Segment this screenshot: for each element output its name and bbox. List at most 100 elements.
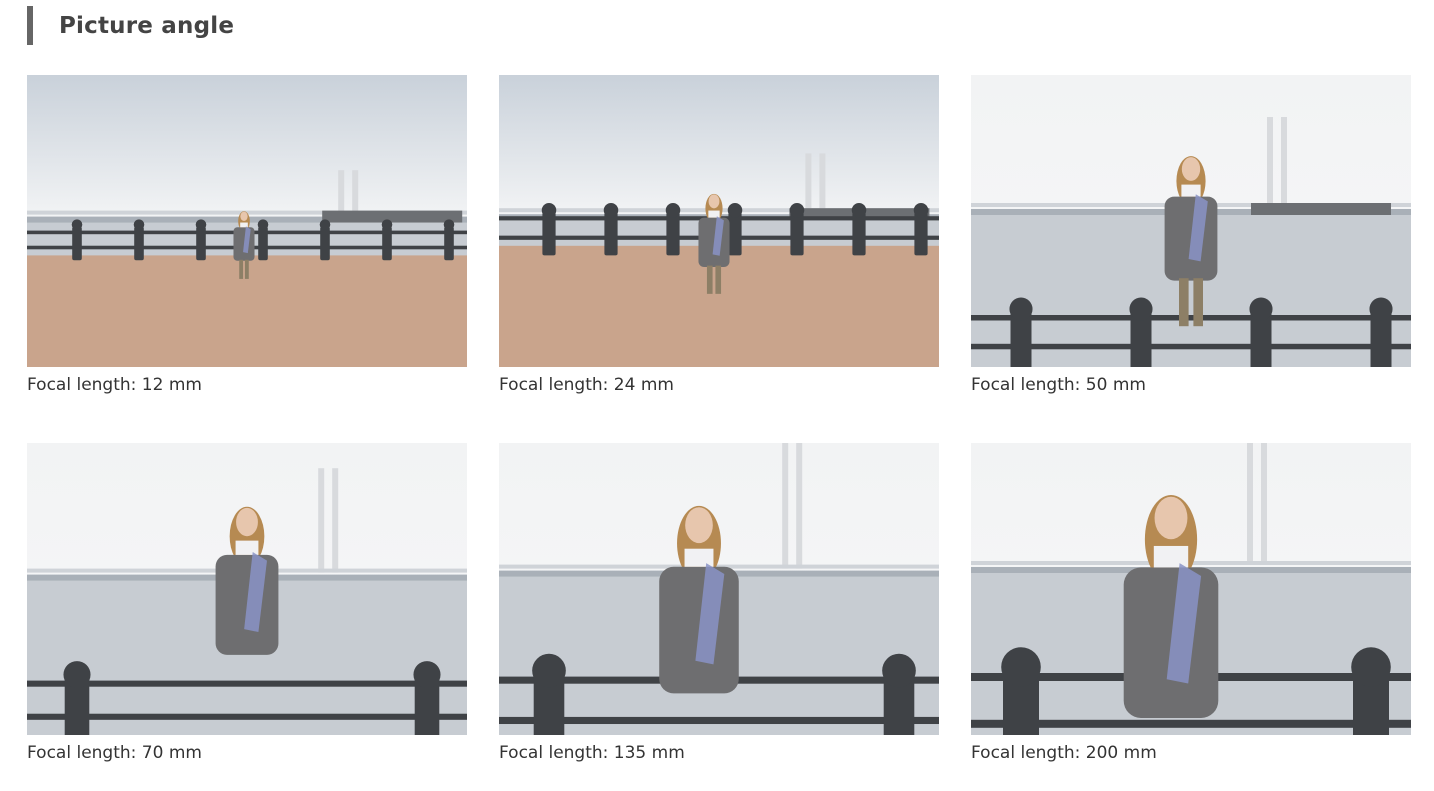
photo-image <box>971 443 1411 735</box>
photo-image <box>27 443 467 735</box>
railing-post <box>542 212 556 256</box>
scarf <box>1181 184 1201 197</box>
photo-70mm <box>27 443 467 735</box>
photo-caption: Focal length: 50 mm <box>971 375 1146 395</box>
bridge-tower <box>796 443 803 569</box>
bridge-tower <box>338 170 345 215</box>
bridge-tower <box>782 443 789 569</box>
photo-caption: Focal length: 70 mm <box>27 743 202 763</box>
bridge-tower <box>332 468 339 573</box>
railing-post-cap <box>665 202 681 218</box>
bridge-tower <box>1247 443 1253 565</box>
leg <box>239 259 244 279</box>
leg <box>715 265 722 294</box>
photo-image <box>499 443 939 735</box>
railing-post <box>728 212 742 256</box>
bridge-tower <box>1267 117 1273 207</box>
face <box>708 194 720 209</box>
railing-post <box>196 226 206 261</box>
face <box>685 507 713 544</box>
photo-caption: Focal length: 135 mm <box>499 743 685 763</box>
photo-card-24mm: Focal length: 24 mm <box>499 75 939 395</box>
bridge-tower <box>318 468 325 573</box>
scarf <box>240 222 248 228</box>
railing-post-cap <box>413 661 441 689</box>
railing-post <box>134 226 144 261</box>
face <box>1181 157 1201 181</box>
section-heading: Picture angle <box>27 6 234 45</box>
photo-card-12mm: Focal length: 12 mm <box>27 75 467 395</box>
railing-post-cap <box>851 202 867 218</box>
heading-accent-bar <box>27 6 33 45</box>
railing-post-cap <box>319 219 331 230</box>
terminal-building <box>1251 203 1391 215</box>
railing-post <box>914 212 928 256</box>
railing-bar <box>499 716 939 725</box>
photo-image <box>971 75 1411 367</box>
railing-post-cap <box>532 653 566 688</box>
railing-post-cap <box>381 219 393 230</box>
leg <box>1179 278 1189 327</box>
photo-card-50mm: Focal length: 50 mm <box>971 75 1411 395</box>
railing-post-cap <box>195 219 207 230</box>
photo-caption: Focal length: 12 mm <box>27 375 202 395</box>
scarf <box>235 540 259 555</box>
railing-post <box>72 226 82 261</box>
photo-135mm <box>499 443 939 735</box>
photo-image <box>27 75 467 367</box>
photo-card-135mm: Focal length: 135 mm <box>499 443 939 763</box>
leg <box>244 259 249 279</box>
bridge-tower <box>1261 443 1267 565</box>
terminal-building <box>322 210 463 223</box>
railing-post <box>604 212 618 256</box>
photo-24mm <box>499 75 939 367</box>
railing-post <box>852 212 866 256</box>
railing-post-cap <box>1249 297 1273 321</box>
railing-post <box>320 226 330 261</box>
railing-bar <box>971 343 1411 350</box>
bridge-tower <box>819 153 826 213</box>
page-title: Picture angle <box>59 12 235 39</box>
railing-post-cap <box>71 219 83 230</box>
railing-post <box>790 212 804 256</box>
scarf <box>708 210 720 218</box>
railing-post-cap <box>1351 647 1391 687</box>
railing-post-cap <box>1129 297 1153 321</box>
photo-50mm <box>971 75 1411 367</box>
railing-post-cap <box>1009 297 1033 321</box>
bridge-tower <box>1281 117 1287 207</box>
railing-bar <box>971 315 1411 321</box>
face <box>240 211 248 222</box>
railing-post <box>444 226 454 261</box>
railing-post-cap <box>882 653 916 688</box>
railing-post <box>382 226 392 261</box>
leg <box>1193 278 1203 327</box>
railing-post-cap <box>727 202 743 218</box>
scarf <box>1153 545 1189 568</box>
photo-caption: Focal length: 200 mm <box>971 743 1157 763</box>
bridge-tower <box>352 170 359 215</box>
railing-post-cap <box>133 219 145 230</box>
railing-bar <box>27 713 467 720</box>
photo-card-70mm: Focal length: 70 mm <box>27 443 467 763</box>
photo-caption: Focal length: 24 mm <box>499 375 674 395</box>
face <box>1154 496 1188 540</box>
railing-post-cap <box>603 202 619 218</box>
bridge-tower <box>805 153 812 213</box>
photo-card-200mm: Focal length: 200 mm <box>971 443 1411 763</box>
railing-post-cap <box>63 661 91 689</box>
sky <box>27 75 467 223</box>
railing-post-cap <box>443 219 455 230</box>
photo-image <box>499 75 939 367</box>
photo-12mm <box>27 75 467 367</box>
railing-post <box>258 226 268 261</box>
photo-200mm <box>971 443 1411 735</box>
railing-post-cap <box>541 202 557 218</box>
railing-post-cap <box>913 202 929 218</box>
railing-post-cap <box>1369 297 1393 321</box>
leg <box>706 265 713 294</box>
railing-post <box>666 212 680 256</box>
railing-post-cap <box>257 219 269 230</box>
face <box>236 507 258 537</box>
railing-bar <box>27 680 467 687</box>
